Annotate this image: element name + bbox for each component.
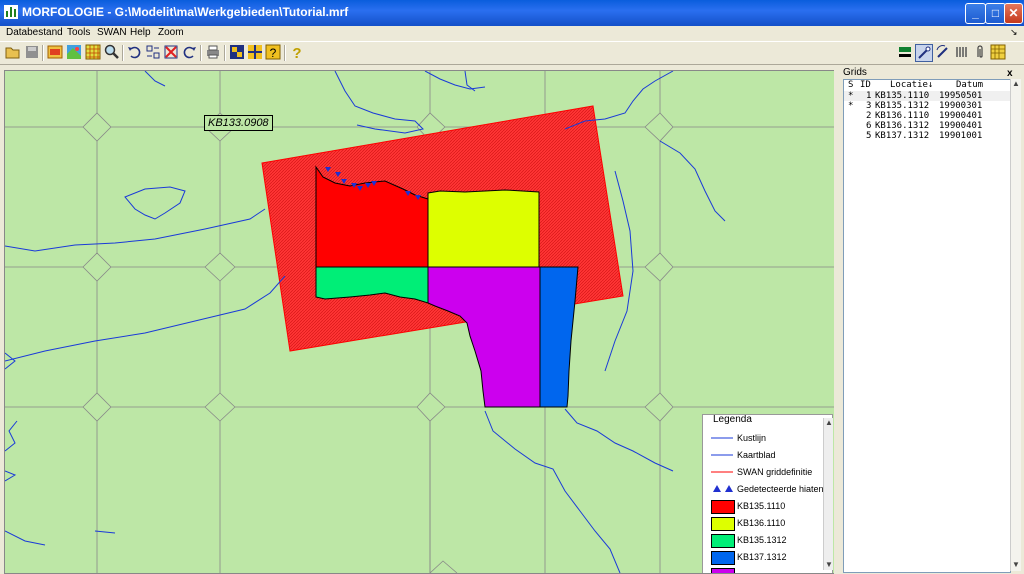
legend-scrollbar[interactable]: ▲ ▼ [823,418,833,570]
menu-help[interactable]: Help [130,27,151,38]
grids-panel: Grids x S ID Locatie↓ Datum * 1 KB135.111… [839,67,1021,573]
table-icon[interactable] [954,44,970,60]
grid-kb136-1312[interactable] [427,266,541,408]
legend-item-kb135-1312: KB135.1312 [707,534,825,550]
color-swatch [711,534,735,548]
save-icon[interactable] [24,44,40,60]
grid-kb137-1312[interactable] [539,266,579,408]
app-icon [4,5,18,19]
line-icon [711,454,733,456]
panel-splitter[interactable] [834,68,838,574]
grid-kb136-1110[interactable] [427,189,540,268]
legend-item-hiaten: Gedetecteerde hiaten [707,483,825,499]
legend-item-kaartblad: Kaartblad [707,449,825,465]
grid-edit-icon[interactable] [47,44,63,60]
grid-overlay-icon[interactable] [229,44,245,60]
grid-row[interactable]: 6 KB136.1312 19900401 [844,121,1010,131]
zoom-icon[interactable] [104,44,120,60]
column-header-datum[interactable]: Datum [956,80,983,90]
legend-item-kustlijn: Kustlijn [707,432,825,448]
scroll-up-icon[interactable]: ▲ [824,418,834,428]
delete-grid-icon[interactable] [163,44,179,60]
help-grid-icon[interactable]: ? [265,44,281,60]
color-swatch [711,500,735,514]
svg-text:?: ? [292,45,301,60]
legend-item-swan: SWAN griddefinitie [707,466,825,482]
grid-swap-icon[interactable] [145,44,161,60]
grid-icon[interactable] [85,44,101,60]
grid-view-icon[interactable] [990,44,1006,60]
layer-icon[interactable] [897,44,913,60]
grids-list[interactable]: S ID Locatie↓ Datum * 1 KB135.1110 1995050… [843,79,1011,573]
toolbar: ? ? [0,41,1024,65]
grid-row[interactable]: 2 KB136.1110 19900401 [844,111,1010,121]
title-bar: MORFOLOGIE - G:\Modelit\ma\Werkgebieden\… [0,0,1024,26]
menu-tools[interactable]: Tools [67,27,90,38]
print-icon[interactable] [205,44,221,60]
kaartblad-label[interactable]: KB133.0908 [204,115,273,131]
legend-item-kb136-1110: KB136.1110 [707,517,825,533]
grid-row[interactable]: * 3 KB135.1312 19900301 [844,101,1010,111]
color-swatch [711,517,735,531]
window-title: MORFOLOGIE - G:\Modelit\ma\Werkgebieden\… [22,5,349,19]
svg-text:?: ? [270,46,277,60]
legend-item-kb137-1312: KB137.1312 [707,551,825,567]
line-icon [711,437,733,439]
grids-scrollbar[interactable]: ▲ ▼ [1010,79,1021,571]
redo-icon[interactable] [181,44,197,60]
color-swatch [711,568,735,573]
maximize-button[interactable]: □ [985,3,1006,24]
legend-item-kb136-1312 [707,568,825,573]
wand-icon[interactable] [915,44,933,62]
legend-item-kb135-1110: KB135.1110 [707,500,825,516]
column-header-s[interactable]: S [848,80,853,90]
column-header-locatie[interactable]: Locatie↓ [890,80,933,90]
scroll-down-icon[interactable]: ▼ [824,560,834,570]
close-button[interactable]: ✕ [1004,3,1023,24]
question-icon[interactable]: ? [289,44,305,60]
menu-databestand[interactable]: Databestand [6,27,63,38]
menu-zoom[interactable]: Zoom [158,27,184,38]
legend: Legenda Kustlijn Kaartblad SWAN griddefi… [702,414,833,573]
grid-split-icon[interactable] [247,44,263,60]
color-map-icon[interactable] [66,44,82,60]
minimize-button[interactable]: _ [965,3,986,24]
menu-swan[interactable]: SWAN [97,27,127,38]
undo-icon[interactable] [127,44,143,60]
scroll-down-icon[interactable]: ▼ [1011,560,1021,570]
grids-close-icon[interactable]: x [1007,68,1013,79]
menu-restore-icon[interactable]: ↘ [1010,27,1018,38]
legend-title: Legenda [711,414,754,425]
triangle-icon [713,485,733,492]
color-swatch [711,551,735,565]
rotate-icon[interactable] [935,44,951,60]
map-view[interactable]: KB133.0908 Legenda Kustlijn Kaartblad SW… [4,70,835,574]
open-folder-icon[interactable] [5,44,21,60]
menu-bar: Databestand Tools SWAN Help Zoom ↘ [0,26,1024,41]
paperclip-icon[interactable] [972,44,988,60]
column-header-id[interactable]: ID [860,80,871,90]
grid-row[interactable]: * 1 KB135.1110 19950501 [844,91,1010,101]
grids-title: Grids [843,67,867,78]
grid-row[interactable]: 5 KB137.1312 19901001 [844,131,1010,141]
line-icon [711,471,733,473]
scroll-up-icon[interactable]: ▲ [1011,79,1021,89]
